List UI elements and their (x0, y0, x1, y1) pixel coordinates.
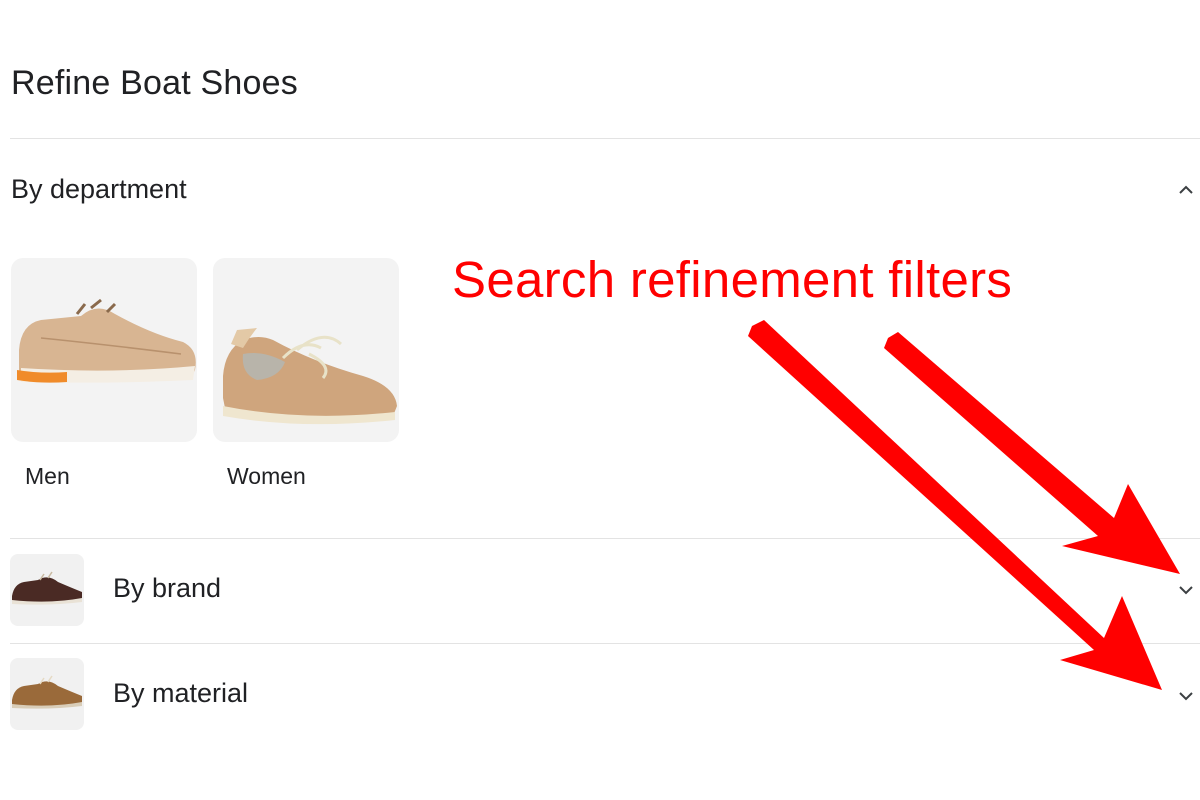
chevron-up-icon[interactable] (1174, 178, 1198, 202)
chevron-down-icon[interactable] (1174, 578, 1198, 602)
women-label: Women (227, 463, 306, 489)
women-shoe-image (213, 258, 399, 442)
chevron-down-icon[interactable] (1174, 684, 1198, 708)
brand-thumbnail (10, 554, 84, 626)
material-thumbnail (10, 658, 84, 730)
divider (10, 138, 1200, 139)
red-arrow-icon (748, 320, 1162, 690)
divider (10, 538, 1200, 539)
material-label: By material (113, 678, 249, 708)
men-shoe-image (11, 258, 197, 442)
divider (10, 643, 1200, 644)
annotation-text: Search refinement filters (452, 251, 1013, 308)
page-title: Refine Boat Shoes (11, 64, 298, 102)
department-label: By department (11, 174, 187, 204)
brand-label: By brand (113, 573, 222, 603)
men-label: Men (25, 463, 70, 489)
